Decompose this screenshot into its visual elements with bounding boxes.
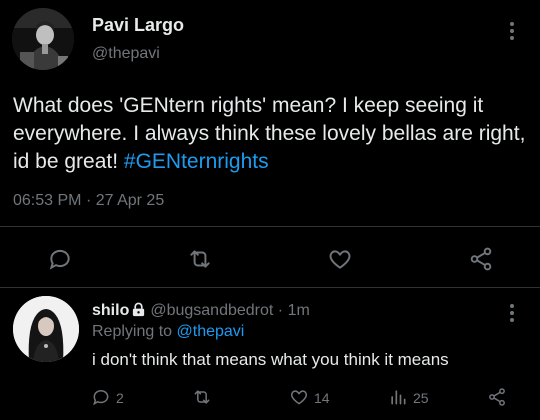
author-handle[interactable]: @thepavi	[92, 45, 160, 63]
tweet-body: What does 'GENtern rights' mean? I keep …	[13, 94, 526, 173]
hashtag-link[interactable]: #GENternrights	[124, 150, 269, 173]
reply-retweet-button[interactable]	[191, 387, 213, 409]
reply-reply-button[interactable]: 2	[91, 387, 124, 409]
retweet-icon	[191, 387, 213, 410]
reply-like-button[interactable]: 14	[289, 387, 330, 409]
replying-to-handle[interactable]: @thepavi	[177, 323, 245, 340]
meta-separator: ·	[85, 192, 92, 209]
views-count: 25	[413, 390, 429, 406]
reply-count: 2	[116, 390, 124, 406]
main-tweet: Pavi Largo @thepavi What does 'GENtern r…	[0, 0, 540, 288]
reply-author-name[interactable]: shilo	[92, 302, 129, 319]
like-icon[interactable]	[325, 244, 355, 274]
divider	[0, 226, 540, 227]
divider	[0, 287, 540, 288]
share-icon[interactable]	[466, 244, 496, 274]
tweet-time: 06:53 PM	[13, 192, 82, 209]
reply-author-handle[interactable]: @bugsandbedrot	[150, 302, 273, 319]
replying-to-label: Replying to	[92, 323, 177, 340]
like-count: 14	[314, 390, 330, 406]
share-icon	[487, 387, 507, 410]
reply-views-button[interactable]: 25	[388, 387, 429, 409]
tweet-timestamp[interactable]: 06:53 PM · 27 Apr 25	[13, 192, 164, 210]
reply-author-avatar[interactable]	[13, 296, 79, 362]
author-avatar[interactable]	[12, 8, 74, 70]
tweet-date: 27 Apr 25	[95, 192, 165, 209]
tweet-actions	[0, 238, 540, 278]
reply-separator: ·	[277, 302, 284, 319]
reply-tweet: shilo @bugsandbedrot · 1m Replying to @th…	[0, 289, 540, 420]
like-icon	[289, 387, 309, 410]
replying-to: Replying to @thepavi	[92, 323, 244, 341]
more-icon[interactable]	[505, 304, 519, 330]
reply-icon	[91, 387, 111, 410]
author-name[interactable]: Pavi Largo	[92, 15, 184, 36]
tweet-text: What does 'GENtern rights' mean? I keep …	[13, 92, 533, 176]
reply-actions: 2 14 25	[0, 381, 540, 411]
reply-icon[interactable]	[45, 244, 75, 274]
lock-icon	[131, 302, 146, 322]
reply-header: shilo @bugsandbedrot · 1m	[92, 302, 310, 322]
retweet-icon[interactable]	[185, 244, 215, 274]
views-icon	[388, 387, 408, 410]
reply-text: i don't think that means what you think …	[92, 350, 449, 369]
reply-share-button[interactable]	[487, 387, 507, 409]
more-icon[interactable]	[505, 22, 519, 48]
reply-time[interactable]: 1m	[288, 302, 310, 319]
